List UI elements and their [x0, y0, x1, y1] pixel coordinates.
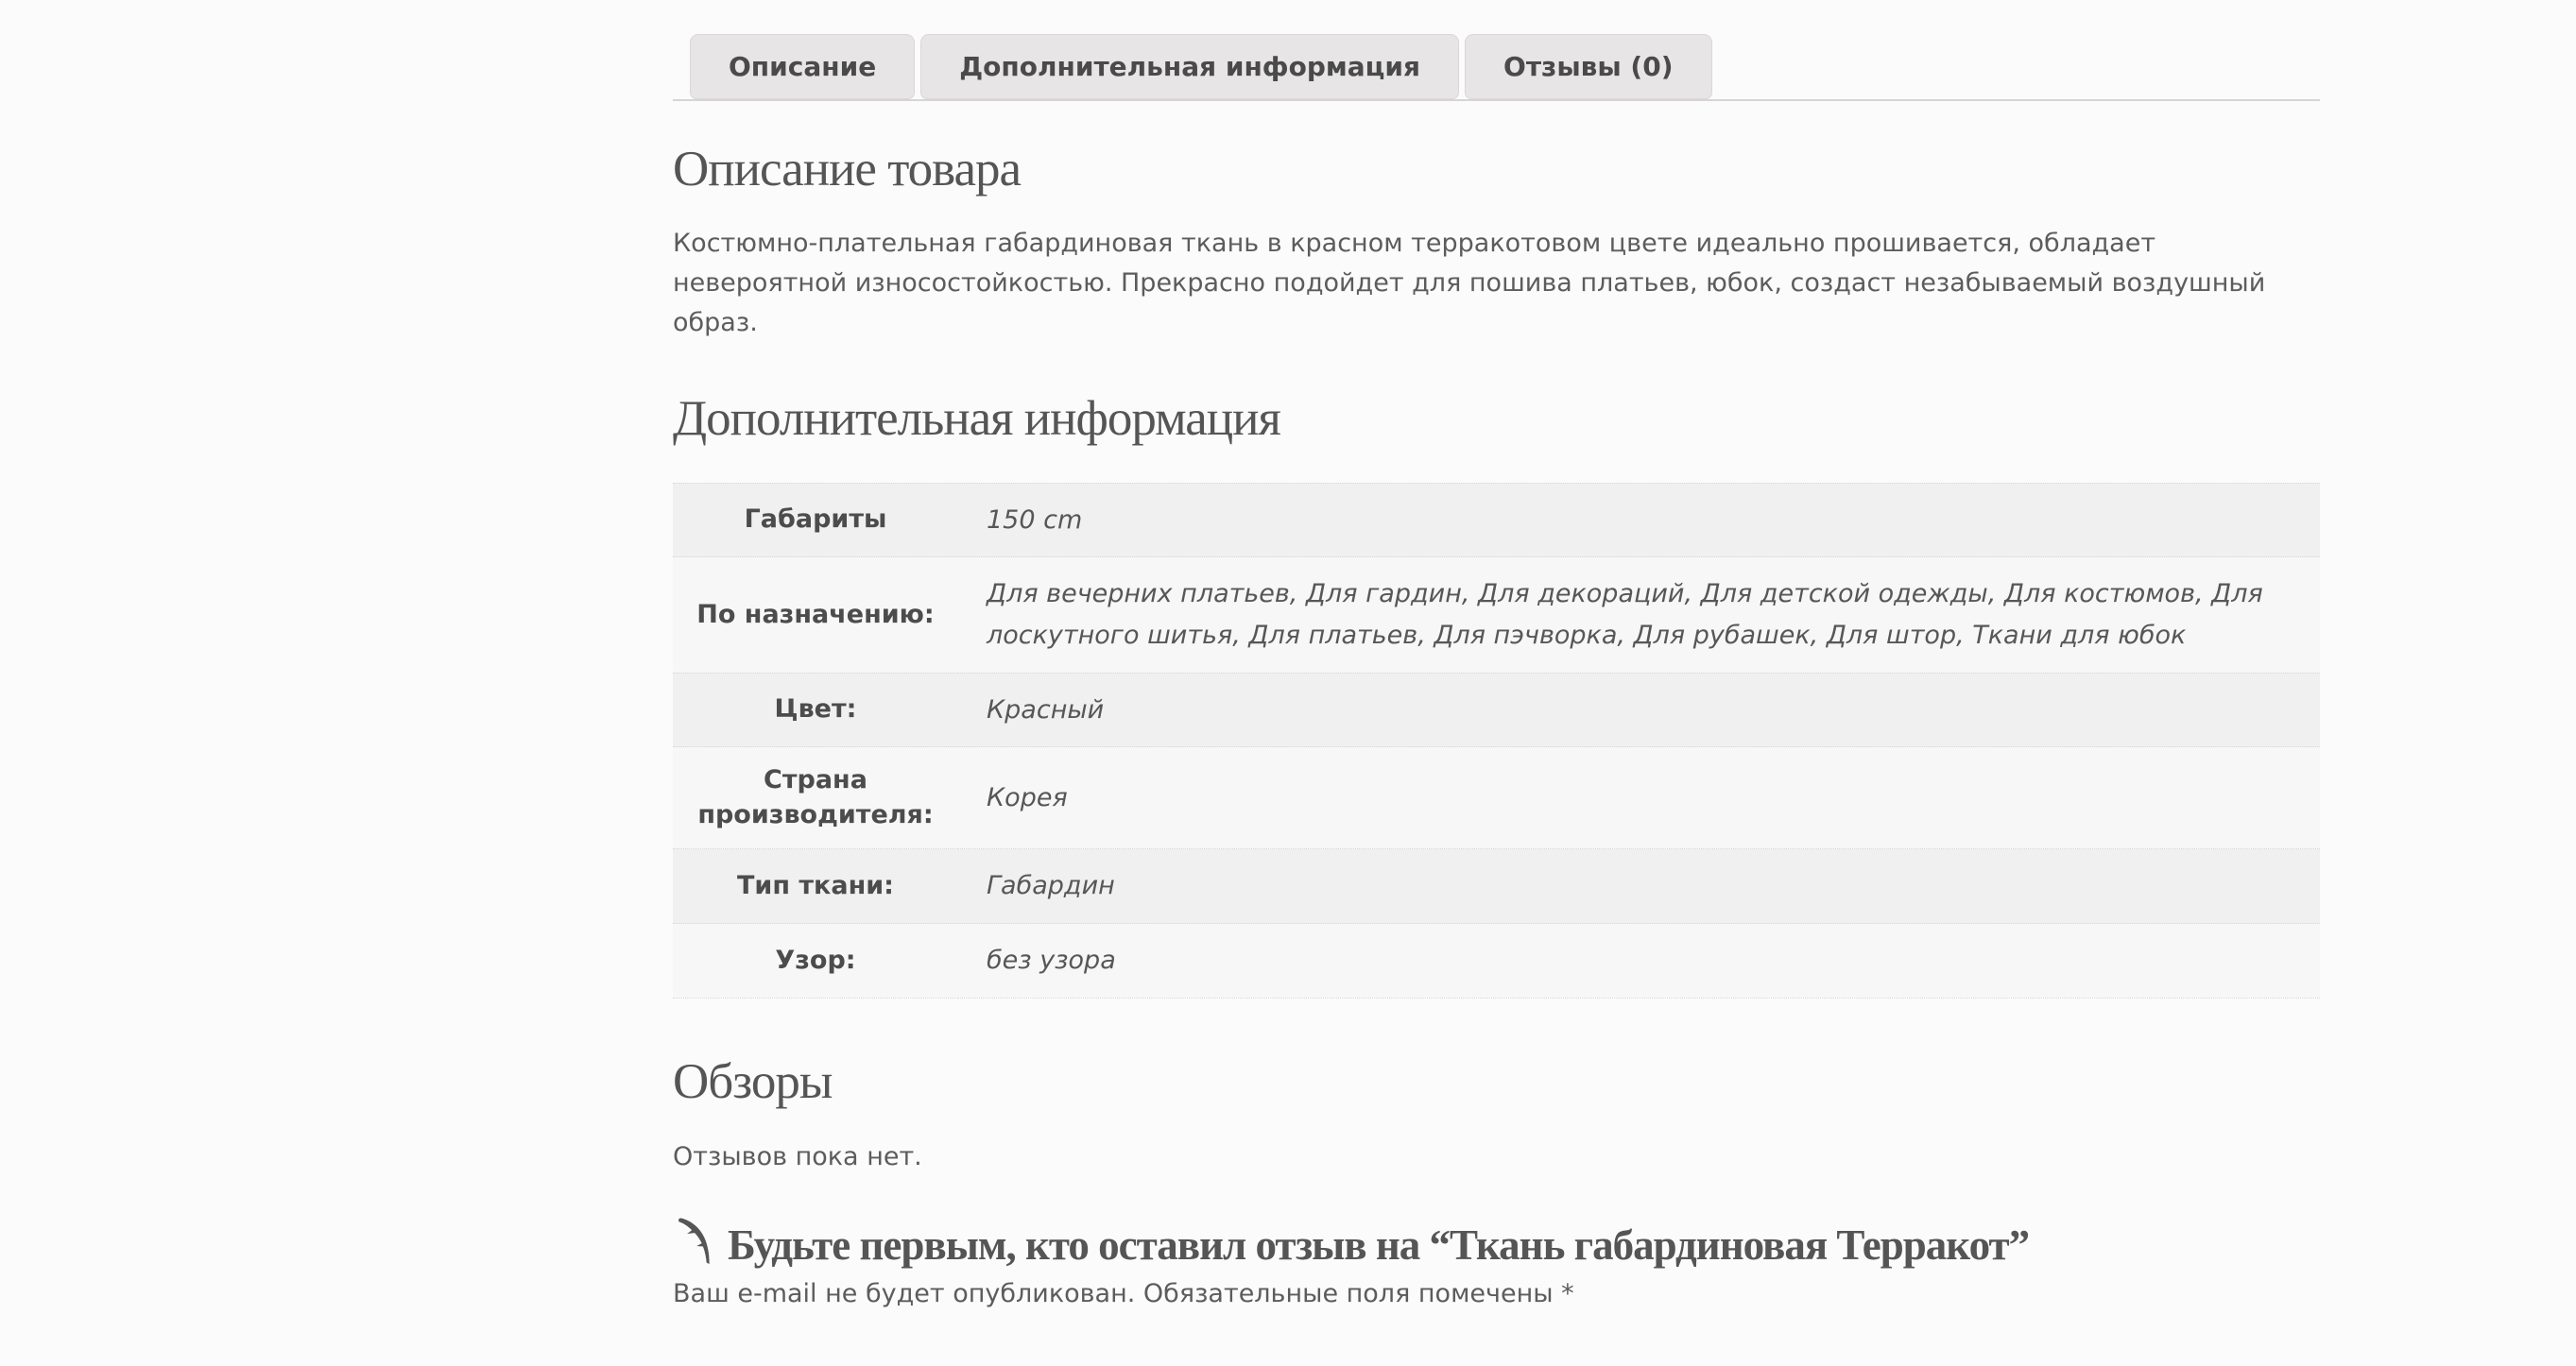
attribute-row-country: Страна производителя: Корея: [673, 747, 2320, 849]
attribute-row-dimensions: Габариты 150 cm: [673, 483, 2320, 557]
attribute-value: Габардин: [987, 865, 2282, 907]
attribute-label: По назначению:: [673, 557, 958, 673]
tabs-bar: Описание Дополнительная информация Отзыв…: [673, 34, 2320, 101]
additional-info-heading: Дополнительная информация: [673, 390, 2320, 447]
review-form-heading: Будьте первым, кто оставил отзыв на “Тка…: [673, 1221, 2320, 1270]
attribute-row-color: Цвет: Красный: [673, 673, 2320, 747]
attribute-row-purpose: По назначению: Для вечерних платьев, Для…: [673, 557, 2320, 673]
attribute-value: 150 cm: [987, 500, 2282, 541]
no-reviews-text: Отзывов пока нет.: [673, 1142, 2320, 1171]
attribute-label: Цвет:: [673, 673, 958, 747]
attribute-label: Страна производителя:: [673, 747, 958, 849]
attribute-label: Узор:: [673, 924, 958, 999]
attribute-label: Габариты: [673, 483, 958, 557]
tab-reviews[interactable]: Отзывы (0): [1465, 34, 1711, 99]
tab-additional-info[interactable]: Дополнительная информация: [920, 34, 1459, 99]
quill-icon: [673, 1217, 713, 1266]
attributes-table: Габариты 150 cm По назначению: Для вечер…: [673, 483, 2320, 999]
description-text: Костюмно-плательная габардиновая ткань в…: [673, 224, 2298, 343]
review-form-heading-text: Будьте первым, кто оставил отзыв на “Тка…: [728, 1221, 2029, 1270]
attribute-value: без узора: [987, 940, 2282, 982]
review-form-note: Ваш e-mail не будет опубликован. Обязате…: [673, 1279, 2320, 1308]
attribute-value: Корея: [987, 777, 2282, 819]
description-heading: Описание товара: [673, 141, 2320, 197]
product-tabs-panel: Описание Дополнительная информация Отзыв…: [673, 0, 2320, 1308]
attribute-value: Красный: [987, 690, 2282, 731]
attribute-row-fabric: Тип ткани: Габардин: [673, 849, 2320, 924]
attribute-value: Для вечерних платьев, Для гардин, Для де…: [987, 573, 2282, 656]
tab-description[interactable]: Описание: [690, 34, 915, 99]
reviews-heading: Обзоры: [673, 1053, 2320, 1110]
attribute-row-pattern: Узор: без узора: [673, 924, 2320, 999]
attribute-label: Тип ткани:: [673, 849, 958, 924]
